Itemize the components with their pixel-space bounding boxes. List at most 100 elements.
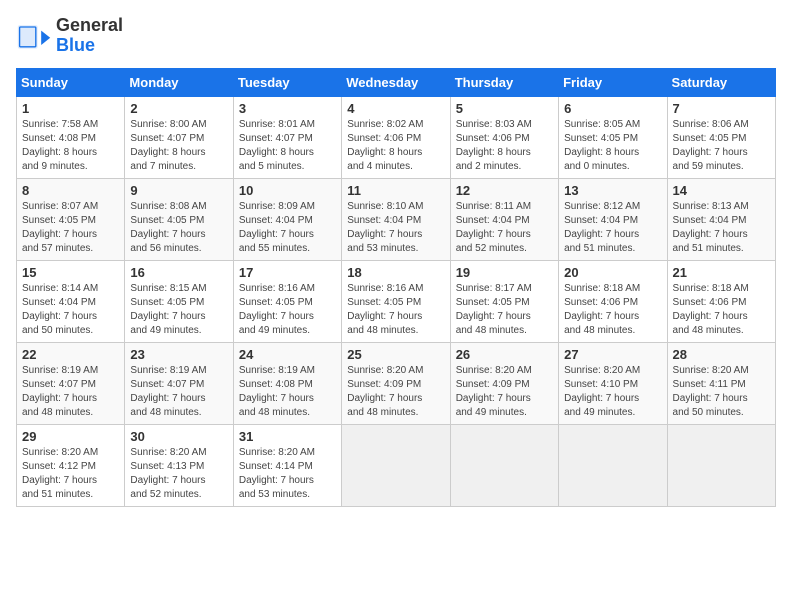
calendar-week-4: 22 Sunrise: 8:19 AM Sunset: 4:07 PM Dayli… <box>17 342 776 424</box>
calendar-cell: 2 Sunrise: 8:00 AM Sunset: 4:07 PM Daylig… <box>125 96 233 178</box>
day-detail: Sunrise: 8:01 AM Sunset: 4:07 PM Dayligh… <box>239 118 336 174</box>
day-number: 8 <box>22 183 119 198</box>
day-detail: Sunrise: 8:08 AM Sunset: 4:05 PM Dayligh… <box>130 200 227 256</box>
day-detail: Sunrise: 8:16 AM Sunset: 4:05 PM Dayligh… <box>239 282 336 338</box>
day-detail: Sunrise: 8:19 AM Sunset: 4:07 PM Dayligh… <box>22 364 119 420</box>
day-detail: Sunrise: 8:18 AM Sunset: 4:06 PM Dayligh… <box>564 282 661 338</box>
day-number: 31 <box>239 429 336 444</box>
calendar-cell: 19 Sunrise: 8:17 AM Sunset: 4:05 PM Dayli… <box>450 260 558 342</box>
calendar-cell: 13 Sunrise: 8:12 AM Sunset: 4:04 PM Dayli… <box>559 178 667 260</box>
day-number: 18 <box>347 265 444 280</box>
day-number: 20 <box>564 265 661 280</box>
day-number: 6 <box>564 101 661 116</box>
calendar-cell: 25 Sunrise: 8:20 AM Sunset: 4:09 PM Dayli… <box>342 342 450 424</box>
day-number: 19 <box>456 265 553 280</box>
calendar-cell: 23Sunrise: 8:19 AM Sunset: 4:07 PM Dayli… <box>125 342 233 424</box>
day-number: 11 <box>347 183 444 198</box>
day-detail: Sunrise: 8:20 AM Sunset: 4:13 PM Dayligh… <box>130 446 227 502</box>
calendar-cell: 9 Sunrise: 8:08 AM Sunset: 4:05 PM Daylig… <box>125 178 233 260</box>
day-number: 2 <box>130 101 227 116</box>
column-header-monday: Monday <box>125 68 233 96</box>
calendar-cell: 17 Sunrise: 8:16 AM Sunset: 4:05 PM Dayli… <box>233 260 341 342</box>
day-detail: Sunrise: 8:09 AM Sunset: 4:04 PM Dayligh… <box>239 200 336 256</box>
day-number: 24 <box>239 347 336 362</box>
calendar-cell: 5Sunrise: 8:03 AM Sunset: 4:06 PM Daylig… <box>450 96 558 178</box>
day-number: 4 <box>347 101 444 116</box>
day-number: 9 <box>130 183 227 198</box>
calendar-cell: 31 Sunrise: 8:20 AM Sunset: 4:14 PM Dayli… <box>233 424 341 506</box>
calendar-cell: 29Sunrise: 8:20 AM Sunset: 4:12 PM Dayli… <box>17 424 125 506</box>
day-number: 27 <box>564 347 661 362</box>
page-header: General Blue <box>16 16 776 56</box>
day-number: 14 <box>673 183 770 198</box>
day-detail: Sunrise: 8:19 AM Sunset: 4:08 PM Dayligh… <box>239 364 336 420</box>
calendar-cell: 4 Sunrise: 8:02 AM Sunset: 4:06 PM Daylig… <box>342 96 450 178</box>
day-detail: Sunrise: 8:18 AM Sunset: 4:06 PM Dayligh… <box>673 282 770 338</box>
day-number: 17 <box>239 265 336 280</box>
calendar-cell <box>342 424 450 506</box>
calendar-week-5: 29Sunrise: 8:20 AM Sunset: 4:12 PM Dayli… <box>17 424 776 506</box>
logo-text-line2: Blue <box>56 36 123 56</box>
day-detail: Sunrise: 8:20 AM Sunset: 4:14 PM Dayligh… <box>239 446 336 502</box>
column-header-saturday: Saturday <box>667 68 775 96</box>
day-detail: Sunrise: 8:02 AM Sunset: 4:06 PM Dayligh… <box>347 118 444 174</box>
calendar-cell: 7 Sunrise: 8:06 AM Sunset: 4:05 PM Daylig… <box>667 96 775 178</box>
calendar-week-1: 1Sunrise: 7:58 AM Sunset: 4:08 PM Daylig… <box>17 96 776 178</box>
day-number: 7 <box>673 101 770 116</box>
day-number: 13 <box>564 183 661 198</box>
day-detail: Sunrise: 8:00 AM Sunset: 4:07 PM Dayligh… <box>130 118 227 174</box>
day-detail: Sunrise: 8:05 AM Sunset: 4:05 PM Dayligh… <box>564 118 661 174</box>
day-number: 15 <box>22 265 119 280</box>
day-detail: Sunrise: 8:14 AM Sunset: 4:04 PM Dayligh… <box>22 282 119 338</box>
day-detail: Sunrise: 8:12 AM Sunset: 4:04 PM Dayligh… <box>564 200 661 256</box>
calendar-cell: 8 Sunrise: 8:07 AM Sunset: 4:05 PM Daylig… <box>17 178 125 260</box>
calendar-cell: 22 Sunrise: 8:19 AM Sunset: 4:07 PM Dayli… <box>17 342 125 424</box>
calendar-cell: 16 Sunrise: 8:15 AM Sunset: 4:05 PM Dayli… <box>125 260 233 342</box>
day-detail: Sunrise: 8:20 AM Sunset: 4:12 PM Dayligh… <box>22 446 119 502</box>
column-header-thursday: Thursday <box>450 68 558 96</box>
calendar-cell <box>450 424 558 506</box>
logo: General Blue <box>16 16 123 56</box>
calendar-week-3: 15 Sunrise: 8:14 AM Sunset: 4:04 PM Dayli… <box>17 260 776 342</box>
day-detail: Sunrise: 8:20 AM Sunset: 4:09 PM Dayligh… <box>456 364 553 420</box>
day-detail: Sunrise: 8:17 AM Sunset: 4:05 PM Dayligh… <box>456 282 553 338</box>
day-number: 10 <box>239 183 336 198</box>
calendar-cell: 12 Sunrise: 8:11 AM Sunset: 4:04 PM Dayli… <box>450 178 558 260</box>
column-header-tuesday: Tuesday <box>233 68 341 96</box>
calendar-cell: 21 Sunrise: 8:18 AM Sunset: 4:06 PM Dayli… <box>667 260 775 342</box>
day-detail: Sunrise: 8:10 AM Sunset: 4:04 PM Dayligh… <box>347 200 444 256</box>
calendar-cell: 20 Sunrise: 8:18 AM Sunset: 4:06 PM Dayli… <box>559 260 667 342</box>
calendar-cell: 26Sunrise: 8:20 AM Sunset: 4:09 PM Dayli… <box>450 342 558 424</box>
calendar-cell: 27Sunrise: 8:20 AM Sunset: 4:10 PM Dayli… <box>559 342 667 424</box>
column-header-friday: Friday <box>559 68 667 96</box>
day-detail: Sunrise: 7:58 AM Sunset: 4:08 PM Dayligh… <box>22 118 119 174</box>
day-detail: Sunrise: 8:20 AM Sunset: 4:11 PM Dayligh… <box>673 364 770 420</box>
day-detail: Sunrise: 8:13 AM Sunset: 4:04 PM Dayligh… <box>673 200 770 256</box>
calendar-table: SundayMondayTuesdayWednesdayThursdayFrid… <box>16 68 776 507</box>
calendar-cell: 3Sunrise: 8:01 AM Sunset: 4:07 PM Daylig… <box>233 96 341 178</box>
day-detail: Sunrise: 8:15 AM Sunset: 4:05 PM Dayligh… <box>130 282 227 338</box>
calendar-cell: 15 Sunrise: 8:14 AM Sunset: 4:04 PM Dayli… <box>17 260 125 342</box>
logo-icon <box>16 18 52 54</box>
calendar-cell: 14 Sunrise: 8:13 AM Sunset: 4:04 PM Dayli… <box>667 178 775 260</box>
day-detail: Sunrise: 8:20 AM Sunset: 4:09 PM Dayligh… <box>347 364 444 420</box>
calendar-cell: 10 Sunrise: 8:09 AM Sunset: 4:04 PM Dayli… <box>233 178 341 260</box>
column-header-wednesday: Wednesday <box>342 68 450 96</box>
day-number: 16 <box>130 265 227 280</box>
calendar-cell: 1Sunrise: 7:58 AM Sunset: 4:08 PM Daylig… <box>17 96 125 178</box>
day-number: 22 <box>22 347 119 362</box>
day-detail: Sunrise: 8:06 AM Sunset: 4:05 PM Dayligh… <box>673 118 770 174</box>
day-number: 12 <box>456 183 553 198</box>
calendar-header-row: SundayMondayTuesdayWednesdayThursdayFrid… <box>17 68 776 96</box>
calendar-cell <box>667 424 775 506</box>
day-number: 28 <box>673 347 770 362</box>
day-number: 21 <box>673 265 770 280</box>
day-detail: Sunrise: 8:11 AM Sunset: 4:04 PM Dayligh… <box>456 200 553 256</box>
calendar-cell <box>559 424 667 506</box>
day-number: 30 <box>130 429 227 444</box>
day-number: 25 <box>347 347 444 362</box>
day-detail: Sunrise: 8:03 AM Sunset: 4:06 PM Dayligh… <box>456 118 553 174</box>
day-detail: Sunrise: 8:07 AM Sunset: 4:05 PM Dayligh… <box>22 200 119 256</box>
day-detail: Sunrise: 8:19 AM Sunset: 4:07 PM Dayligh… <box>130 364 227 420</box>
day-detail: Sunrise: 8:16 AM Sunset: 4:05 PM Dayligh… <box>347 282 444 338</box>
